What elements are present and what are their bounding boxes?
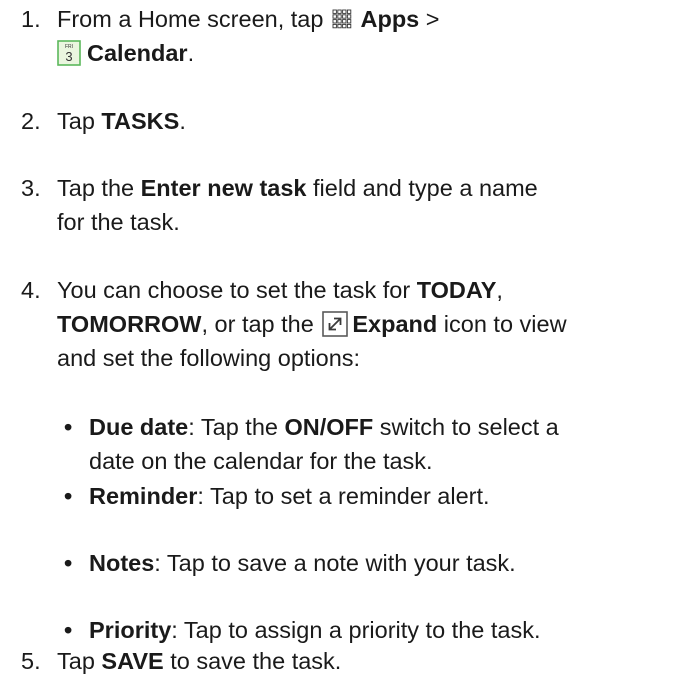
calendar-label: Calendar <box>87 40 188 66</box>
option-notes: • Notes: Tap to save a note with your ta… <box>64 546 684 580</box>
option-term: Due date <box>89 414 189 440</box>
on-off-label: ON/OFF <box>284 414 374 440</box>
step-number: 5. <box>21 648 41 674</box>
step-number: 3. <box>21 175 41 201</box>
bullet: • <box>64 414 73 440</box>
step-3: 3. Tap the Enter new task field and type… <box>21 171 681 239</box>
step-number: 2. <box>21 108 41 134</box>
step-text: You can choose to set the task for TODAY… <box>57 277 567 371</box>
step-5: 5. Tap SAVE to save the task. <box>21 644 681 678</box>
today-label: TODAY <box>416 277 497 303</box>
bullet: • <box>64 550 73 576</box>
step-4: 4. You can choose to set the task for TO… <box>21 273 681 375</box>
step-text: Tap TASKS. <box>57 108 186 134</box>
expand-icon <box>322 311 349 337</box>
calendar-icon: FRI 3 <box>57 40 81 66</box>
step-number: 4. <box>21 277 41 303</box>
option-due-date: • Due date: Tap the ON/OFF switch to sel… <box>64 410 684 478</box>
option-reminder: • Reminder: Tap to set a reminder alert. <box>64 479 684 513</box>
tomorrow-label: TOMORROW <box>57 311 202 337</box>
step-text: Tap the Enter new task field and type a … <box>57 175 538 235</box>
apps-label: Apps <box>360 6 420 32</box>
bullet: • <box>64 483 73 509</box>
instructions-document: 1. From a Home screen, tap Apps > FRI 3 … <box>0 0 692 674</box>
option-term: Notes <box>89 550 155 576</box>
apps-grid-icon <box>332 9 352 29</box>
step-text: From a Home screen, tap Apps > FRI 3 Cal… <box>57 6 440 66</box>
step-text: Tap SAVE to save the task. <box>57 648 342 674</box>
option-term: Priority <box>89 617 172 643</box>
step-number: 1. <box>21 6 41 32</box>
expand-label: Expand <box>352 311 438 337</box>
svg-text:3: 3 <box>65 49 72 64</box>
option-priority: • Priority: Tap to assign a priority to … <box>64 613 684 647</box>
option-term: Reminder <box>89 483 198 509</box>
step-2: 2. Tap TASKS. <box>21 104 681 138</box>
step-1: 1. From a Home screen, tap Apps > FRI 3 … <box>21 2 681 70</box>
bullet: • <box>64 617 73 643</box>
tasks-label: TASKS <box>101 108 180 134</box>
enter-new-task-label: Enter new task <box>140 175 307 201</box>
save-label: SAVE <box>101 648 164 674</box>
